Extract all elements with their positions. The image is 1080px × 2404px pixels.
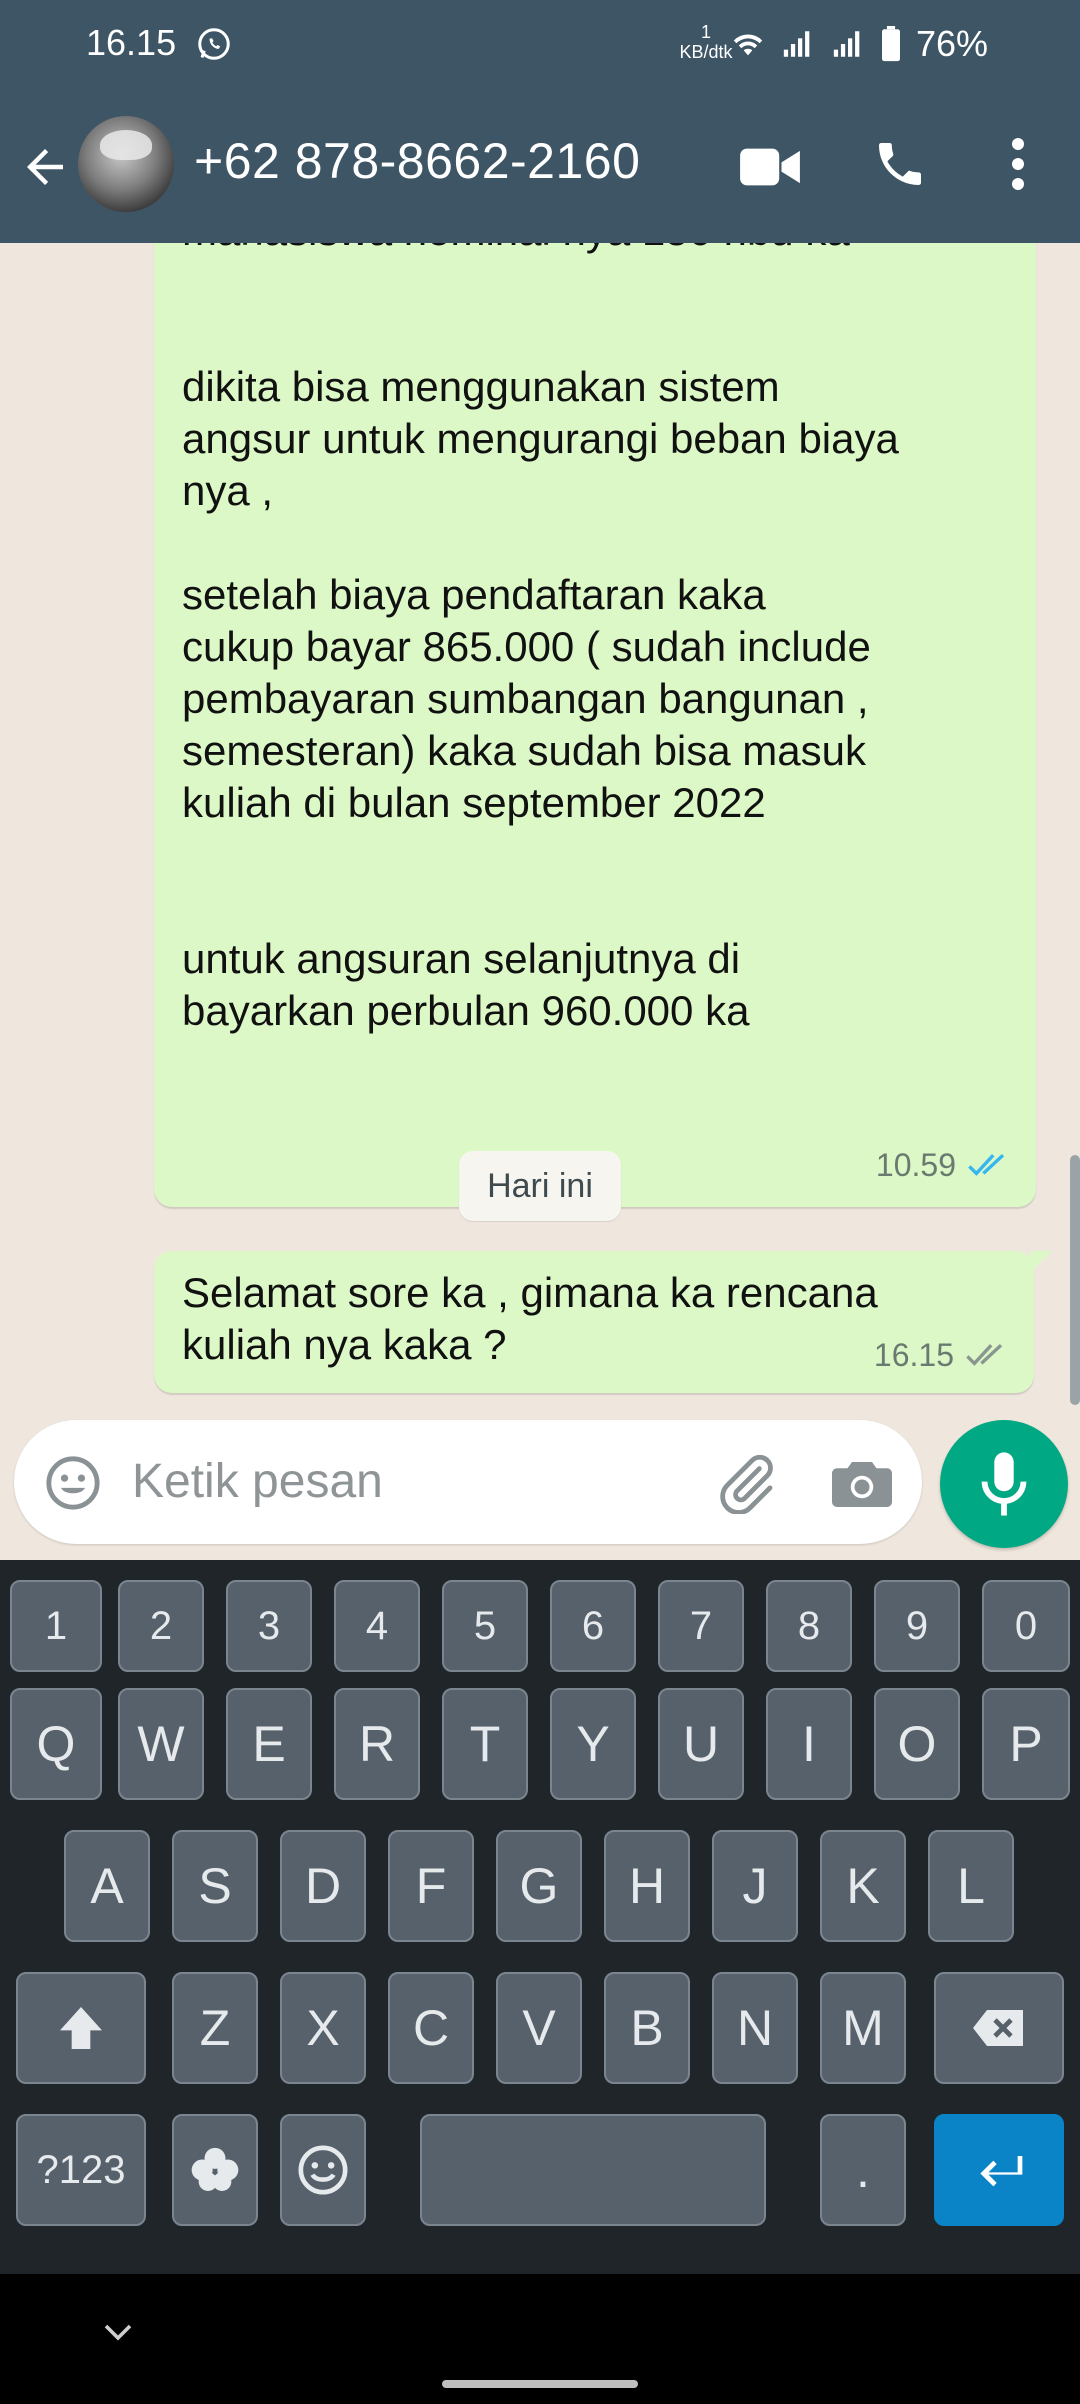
microphone-icon bbox=[981, 1452, 1027, 1516]
key-g[interactable]: G bbox=[496, 1830, 582, 1942]
date-separator: Hari ini bbox=[459, 1151, 621, 1221]
status-icons: 76% bbox=[730, 22, 988, 66]
message-meta: 16.15 bbox=[874, 1329, 1010, 1381]
signal-icon-2 bbox=[833, 31, 860, 57]
key-a[interactable]: A bbox=[64, 1830, 150, 1942]
network-speed-value: 1 bbox=[700, 22, 711, 42]
key-o[interactable]: O bbox=[874, 1688, 960, 1800]
symbols-key[interactable]: ?123 bbox=[16, 2114, 146, 2226]
key-x[interactable]: X bbox=[280, 1972, 366, 2084]
voice-call-icon[interactable] bbox=[872, 136, 928, 192]
outgoing-message[interactable]: Selamat sore ka , gimana ka rencana kuli… bbox=[154, 1251, 1052, 1393]
enter-key[interactable] bbox=[934, 2114, 1064, 2226]
contact-name[interactable]: +62 878-8662-2160 bbox=[194, 132, 640, 190]
key-2[interactable]: 2 bbox=[118, 1580, 204, 1672]
key-e[interactable]: E bbox=[226, 1688, 312, 1800]
contact-avatar[interactable] bbox=[78, 116, 174, 212]
key-w[interactable]: W bbox=[118, 1688, 204, 1800]
key-c[interactable]: C bbox=[388, 1972, 474, 2084]
chat-area[interactable]: untuk biaya pendaftaran slot mahasiswa n… bbox=[0, 243, 1080, 1563]
status-time: 16.15 bbox=[86, 22, 177, 63]
key-j[interactable]: J bbox=[712, 1830, 798, 1942]
key-r[interactable]: R bbox=[334, 1688, 420, 1800]
key-p[interactable]: P bbox=[982, 1688, 1070, 1800]
status-bar: 16.15 1 KB/dtk 76% bbox=[0, 0, 1080, 88]
shift-key[interactable] bbox=[16, 1972, 146, 2084]
key-d[interactable]: D bbox=[280, 1830, 366, 1942]
key-h[interactable]: H bbox=[604, 1830, 690, 1942]
double-tick-delivered-icon bbox=[966, 1343, 1003, 1366]
emoji-key[interactable] bbox=[280, 2114, 366, 2226]
message-composer[interactable]: Ketik pesan bbox=[14, 1420, 922, 1544]
navigation-bar bbox=[0, 2274, 1080, 2404]
camera-icon[interactable] bbox=[832, 1454, 892, 1510]
key-4[interactable]: 4 bbox=[334, 1580, 420, 1672]
double-tick-read-icon bbox=[968, 1153, 1005, 1176]
key-z[interactable]: Z bbox=[172, 1972, 258, 2084]
clover-icon bbox=[191, 2147, 239, 2191]
chevron-down-icon[interactable] bbox=[98, 2314, 138, 2350]
key-6[interactable]: 6 bbox=[550, 1580, 636, 1672]
battery-icon bbox=[881, 26, 900, 62]
backspace-key[interactable] bbox=[934, 1972, 1064, 2084]
smiley-icon bbox=[298, 2145, 348, 2195]
network-speed-unit: KB/dtk bbox=[679, 42, 733, 62]
key-7[interactable]: 7 bbox=[658, 1580, 744, 1672]
message-time: 10.59 bbox=[875, 1147, 956, 1183]
key-m[interactable]: M bbox=[820, 1972, 906, 2084]
key-l[interactable]: L bbox=[928, 1830, 1014, 1942]
shift-icon bbox=[60, 2007, 102, 2049]
battery-percentage: 76% bbox=[915, 23, 988, 64]
keyboard: 1 2 3 4 5 6 7 8 9 0 Q W E R T Y U I O P … bbox=[0, 1560, 1080, 2274]
enter-icon bbox=[980, 2156, 1023, 2187]
message-input[interactable]: Ketik pesan bbox=[132, 1454, 383, 1509]
microphone-button[interactable] bbox=[940, 1420, 1068, 1548]
chat-header: +62 878-8662-2160 bbox=[0, 88, 1080, 243]
attachment-icon[interactable] bbox=[714, 1450, 778, 1514]
key-n[interactable]: N bbox=[712, 1972, 798, 2084]
clipboard-key[interactable] bbox=[172, 2114, 258, 2226]
home-gesture-handle[interactable] bbox=[442, 2380, 638, 2388]
backspace-icon bbox=[973, 2010, 1023, 2046]
outgoing-message[interactable]: untuk biaya pendaftaran slot mahasiswa n… bbox=[154, 243, 1036, 1207]
key-i[interactable]: I bbox=[766, 1688, 852, 1800]
emoji-icon[interactable] bbox=[44, 1454, 102, 1512]
back-arrow-icon[interactable] bbox=[18, 140, 72, 194]
key-t[interactable]: T bbox=[442, 1688, 528, 1800]
key-y[interactable]: Y bbox=[550, 1688, 636, 1800]
period-key[interactable]: . bbox=[820, 2114, 906, 2226]
more-options-icon[interactable] bbox=[1000, 136, 1036, 192]
key-1[interactable]: 1 bbox=[10, 1580, 102, 1672]
wifi-icon bbox=[733, 34, 763, 56]
key-3[interactable]: 3 bbox=[226, 1580, 312, 1672]
signal-icon-1 bbox=[783, 31, 810, 57]
message-meta: 10.59 bbox=[876, 1139, 1012, 1191]
key-b[interactable]: B bbox=[604, 1972, 690, 2084]
scrollbar-thumb[interactable] bbox=[1070, 1155, 1080, 1405]
key-k[interactable]: K bbox=[820, 1830, 906, 1942]
key-8[interactable]: 8 bbox=[766, 1580, 852, 1672]
video-call-icon[interactable] bbox=[740, 144, 800, 190]
key-s[interactable]: S bbox=[172, 1830, 258, 1942]
message-time: 16.15 bbox=[873, 1337, 954, 1373]
key-u[interactable]: U bbox=[658, 1688, 744, 1800]
whatsapp-notification-icon bbox=[198, 28, 230, 60]
key-5[interactable]: 5 bbox=[442, 1580, 528, 1672]
key-0[interactable]: 0 bbox=[982, 1580, 1070, 1672]
key-q[interactable]: Q bbox=[10, 1688, 102, 1800]
key-f[interactable]: F bbox=[388, 1830, 474, 1942]
message-text: untuk biaya pendaftaran slot mahasiswa n… bbox=[182, 243, 899, 1034]
spacebar-key[interactable] bbox=[420, 2114, 766, 2226]
key-9[interactable]: 9 bbox=[874, 1580, 960, 1672]
network-speed: 1 KB/dtk bbox=[676, 22, 736, 62]
key-v[interactable]: V bbox=[496, 1972, 582, 2084]
